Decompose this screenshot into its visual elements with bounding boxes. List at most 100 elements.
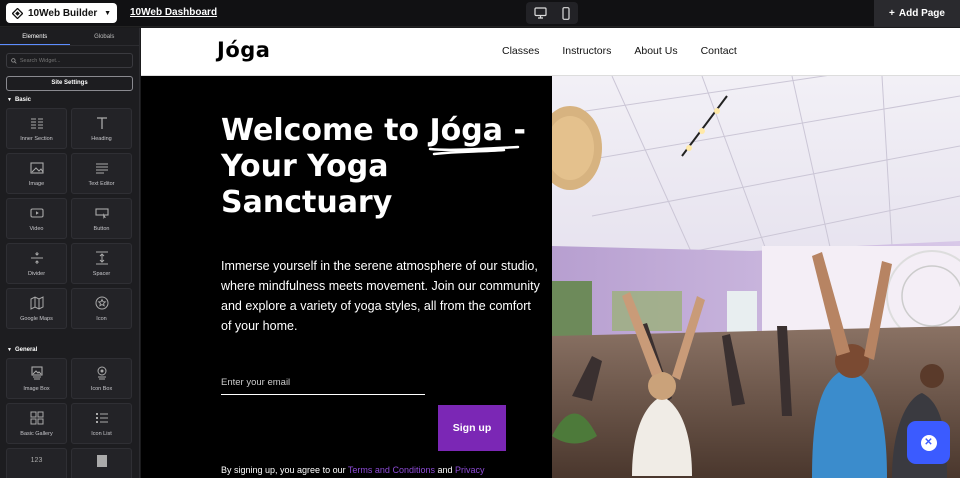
menu-item-instructors[interactable]: Instructors	[562, 45, 611, 57]
mobile-icon[interactable]	[562, 6, 570, 20]
section-general-label: General	[14, 347, 38, 353]
section-basic-header[interactable]: ▼ Basic	[0, 91, 139, 103]
widget-icon-list[interactable]: Icon List	[71, 403, 132, 444]
text-editor-icon	[95, 162, 108, 174]
widget-spacer[interactable]: Spacer	[71, 243, 132, 284]
desktop-icon[interactable]	[534, 7, 547, 19]
widget-label: Icon List	[91, 430, 112, 437]
signup-fine-print: By signing up, you agree to our Terms an…	[221, 465, 485, 475]
widget-counter[interactable]: 123	[6, 448, 67, 478]
widget-label: Video	[29, 225, 44, 232]
search-icon	[11, 57, 17, 64]
spacer-icon	[95, 251, 108, 264]
basic-widgets-grid: Inner Section Heading Image Text Editor …	[0, 103, 139, 329]
widget-label: Heading	[91, 135, 112, 142]
list-icon	[95, 412, 108, 423]
widget-text-editor[interactable]: Text Editor	[71, 153, 132, 194]
gallery-icon	[30, 411, 43, 424]
hero-title-brand-text: Jóga	[429, 113, 504, 148]
caret-down-icon: ▼	[7, 97, 12, 103]
divider-icon	[30, 251, 43, 264]
fine-print-prefix: By signing up, you agree to our	[221, 465, 348, 475]
site-navbar: Jóga Classes Instructors About Us Contac…	[141, 28, 960, 76]
brush-underline-icon	[428, 145, 519, 156]
columns-icon	[30, 117, 43, 129]
general-widgets-grid: Image Box Icon Box Basic Gallery Icon Li…	[0, 353, 139, 478]
widget-label: Basic Gallery	[20, 430, 53, 437]
yoga-class-photo	[552, 76, 960, 478]
site-menu: Classes Instructors About Us Contact	[502, 45, 737, 57]
widget-video[interactable]: Video	[6, 198, 67, 239]
widget-label: Inner Section	[20, 135, 53, 142]
menu-item-contact[interactable]: Contact	[701, 45, 737, 57]
widget-icon-box[interactable]: Icon Box	[71, 358, 132, 399]
widget-label: Icon Box	[90, 385, 113, 392]
10web-logo-icon	[12, 7, 23, 19]
email-field	[221, 371, 425, 395]
site-settings-button[interactable]: Site Settings	[6, 76, 133, 91]
widget-label: Text Editor	[88, 180, 115, 187]
tab-elements[interactable]: Elements	[0, 28, 70, 45]
widget-label: Image	[28, 180, 45, 187]
plus-icon: +	[889, 8, 895, 19]
section-basic-label: Basic	[14, 97, 31, 103]
fine-print-and: and	[434, 465, 455, 475]
site-logo[interactable]: Jóga	[217, 38, 270, 62]
widget-button[interactable]: Button	[71, 198, 132, 239]
signup-label: Sign up	[452, 421, 492, 434]
widgets-sidebar: Elements Globals Site Settings ▼ Basic I…	[0, 28, 140, 478]
widget-search	[6, 53, 133, 68]
page-canvas: Jóga Classes Instructors About Us Contac…	[141, 28, 960, 478]
hero-title: Welcome to Jóga - Your Yoga Sanctuary	[221, 113, 541, 221]
menu-item-about-us[interactable]: About Us	[634, 45, 677, 57]
counter-icon: 123	[30, 457, 43, 464]
widget-basic-gallery[interactable]: Basic Gallery	[6, 403, 67, 444]
widget-label: Divider	[27, 270, 46, 277]
widget-icon[interactable]: Icon	[71, 288, 132, 329]
widget-image-box[interactable]: Image Box	[6, 358, 67, 399]
widget-google-maps[interactable]: Google Maps	[6, 288, 67, 329]
icon-box-icon	[97, 366, 106, 379]
widget-label: Image Box	[23, 385, 50, 392]
menu-item-classes[interactable]: Classes	[502, 45, 539, 57]
widget-label: Spacer	[92, 270, 111, 277]
top-bar: 10Web Builder ▼ 10Web Dashboard + Add Pa…	[0, 0, 960, 27]
widget-label: Google Maps	[20, 315, 53, 322]
close-fab-button[interactable]: ✕	[907, 421, 950, 464]
tab-globals[interactable]: Globals	[70, 28, 140, 45]
heading-icon	[96, 116, 107, 129]
signup-button[interactable]: Sign up	[438, 405, 506, 451]
video-icon	[29, 207, 44, 218]
widget-heading[interactable]: Heading	[71, 108, 132, 149]
builder-label: 10Web Builder	[28, 7, 98, 19]
widget-label: Icon	[96, 315, 107, 322]
hero-title-brand: Jóga	[428, 113, 519, 156]
map-icon	[30, 295, 43, 310]
search-input[interactable]	[19, 57, 128, 64]
terms-link[interactable]: Terms and Conditions	[348, 465, 435, 475]
image-icon	[29, 161, 44, 174]
device-switcher	[526, 2, 578, 24]
section-general-header[interactable]: ▼ General	[0, 329, 139, 353]
widget-image[interactable]: Image	[6, 153, 67, 194]
button-icon	[94, 207, 109, 219]
hero-photo	[552, 76, 960, 478]
email-input[interactable]	[221, 377, 421, 388]
dashboard-link[interactable]: 10Web Dashboard	[130, 7, 217, 18]
widget-inner-section[interactable]: Inner Section	[6, 108, 67, 149]
text-box-icon	[96, 454, 107, 467]
widget-divider[interactable]: Divider	[6, 243, 67, 284]
add-page-label: Add Page	[898, 8, 945, 19]
image-box-icon	[30, 365, 43, 379]
privacy-link[interactable]: Privacy	[455, 465, 485, 475]
widget-label: Button	[93, 225, 110, 232]
chevron-down-icon: ▼	[104, 9, 111, 17]
widget-text-box[interactable]	[71, 448, 132, 478]
sidebar-tabs: Elements Globals	[0, 28, 139, 46]
caret-down-icon: ▼	[7, 347, 12, 353]
hero-title-prefix: Welcome to	[221, 113, 430, 148]
close-icon: ✕	[920, 434, 937, 451]
builder-menu-button[interactable]: 10Web Builder ▼	[6, 3, 117, 23]
add-page-button[interactable]: + Add Page	[874, 0, 960, 27]
hero-description: Immerse yourself in the serene atmospher…	[221, 259, 540, 333]
